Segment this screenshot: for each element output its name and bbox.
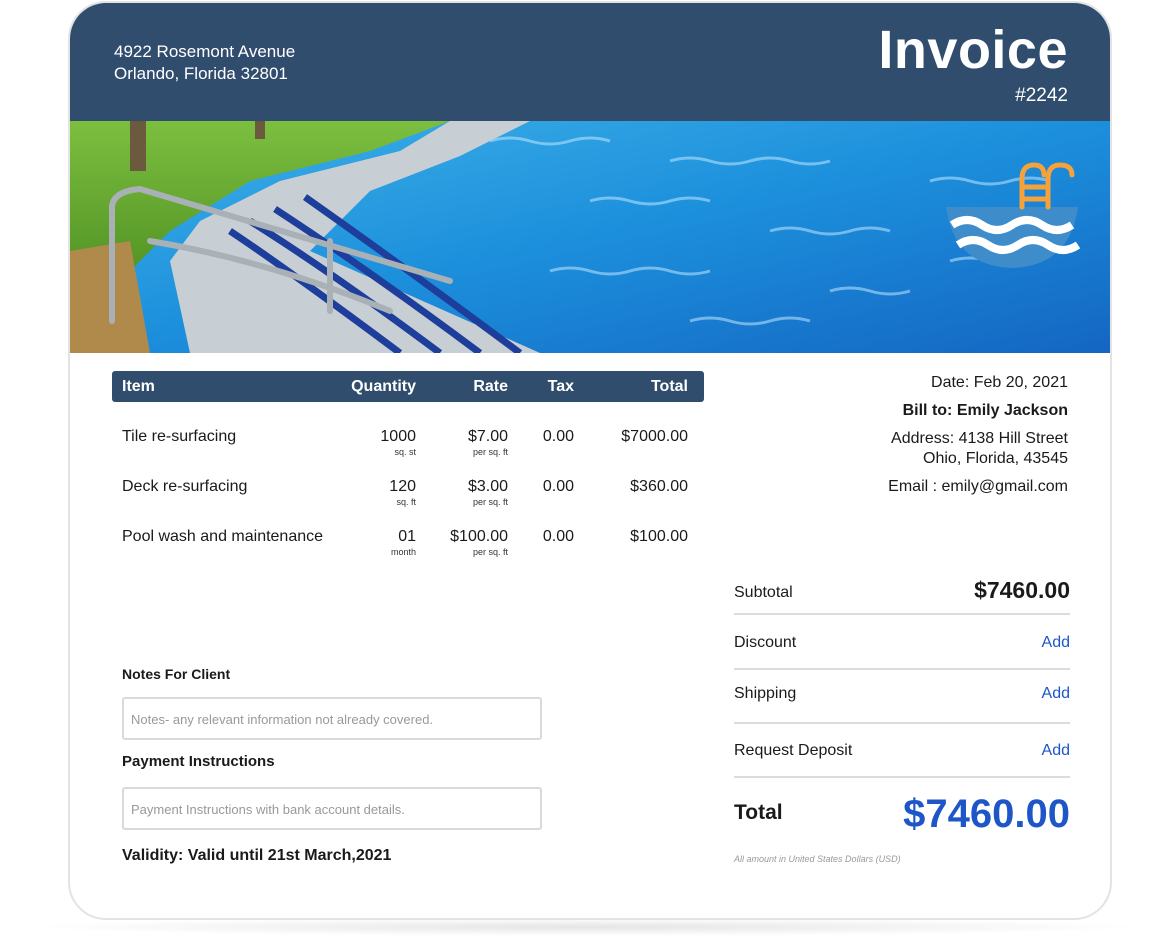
currency-note: All amount in United States Dollars (USD…	[734, 854, 901, 864]
divider	[734, 776, 1070, 778]
item-quantity: 1000 sq. st	[380, 428, 416, 457]
add-deposit-button[interactable]: Add	[1042, 742, 1070, 760]
item-tax: 0.00	[542, 528, 574, 545]
invoice-number: #2242	[1015, 85, 1068, 106]
discount-label: Discount	[734, 634, 797, 651]
card-shadow	[20, 918, 1154, 936]
col-tax-header: Tax	[547, 378, 574, 395]
table-row: Deck re-surfacing 120 sq. ft $3.00 per sq.…	[112, 478, 704, 518]
divider	[734, 613, 1070, 615]
payment-instructions-label: Payment Instructions	[122, 753, 275, 770]
pool-banner-image	[70, 121, 1110, 353]
items-table-header: Item Quantity Rate Tax Total	[112, 371, 704, 402]
notes-field[interactable]: Notes- any relevant information not alre…	[122, 697, 542, 740]
item-total: $100.00	[630, 528, 688, 545]
item-tax: 0.00	[542, 428, 574, 445]
payment-instructions-field[interactable]: Payment Instructions with bank account d…	[122, 787, 542, 830]
total-label: Total	[734, 801, 783, 824]
client-address-line1: Address: 4138 Hill Street	[891, 430, 1068, 447]
col-quantity-header: Quantity	[351, 378, 416, 395]
validity-text: Validity: Valid until 21st March,2021	[122, 847, 392, 864]
item-rate: $3.00 per sq. ft	[467, 478, 508, 507]
item-quantity: 01 month	[390, 528, 416, 557]
item-total: $360.00	[630, 478, 688, 495]
notes-label: Notes For Client	[122, 666, 231, 682]
col-item-header: Item	[122, 378, 155, 395]
client-address-line2: Ohio, Florida, 43545	[923, 450, 1068, 467]
company-address-line2: Orlando, Florida 32801	[114, 64, 288, 83]
item-rate: $7.00 per sq. ft	[467, 428, 508, 457]
invoice-title: Invoice	[878, 20, 1068, 80]
invoice-header: 4922 Rosemont Avenue Orlando, Florida 32…	[70, 3, 1110, 121]
table-row: Pool wash and maintenance 01 month $100.0…	[112, 528, 704, 568]
company-address-line1: 4922 Rosemont Avenue	[114, 42, 296, 61]
subtotal-value: $7460.00	[974, 577, 1070, 603]
invoice-card: 4922 Rosemont Avenue Orlando, Florida 32…	[68, 1, 1112, 920]
col-total-header: Total	[650, 378, 688, 395]
total-value: $7460.00	[903, 792, 1070, 836]
item-tax: 0.00	[542, 478, 574, 495]
subtotal-label: Subtotal	[734, 584, 793, 601]
shipping-label: Shipping	[734, 685, 797, 702]
add-discount-button[interactable]: Add	[1042, 634, 1070, 652]
item-rate: $100.00 per sq. ft	[450, 528, 508, 557]
request-deposit-label: Request Deposit	[734, 742, 853, 759]
item-name: Pool wash and maintenance	[122, 528, 324, 545]
company-address: 4922 Rosemont Avenue Orlando, Florida 32…	[114, 41, 295, 85]
invoice-date: Date: Feb 20, 2021	[931, 374, 1068, 391]
item-total: $7000.00	[621, 428, 688, 445]
col-rate-header: Rate	[473, 378, 508, 395]
add-shipping-button[interactable]: Add	[1042, 685, 1070, 703]
client-email: Email : emily@gmail.com	[888, 478, 1068, 495]
item-name: Deck re-surfacing	[122, 478, 248, 495]
divider	[734, 668, 1070, 670]
table-row: Tile re-surfacing 1000 sq. st $7.00 per sq…	[112, 428, 704, 468]
divider	[734, 722, 1070, 724]
bill-to: Bill to: Emily Jackson	[902, 402, 1068, 419]
item-name: Tile re-surfacing	[122, 428, 237, 445]
item-quantity: 120 sq. ft	[389, 478, 416, 507]
